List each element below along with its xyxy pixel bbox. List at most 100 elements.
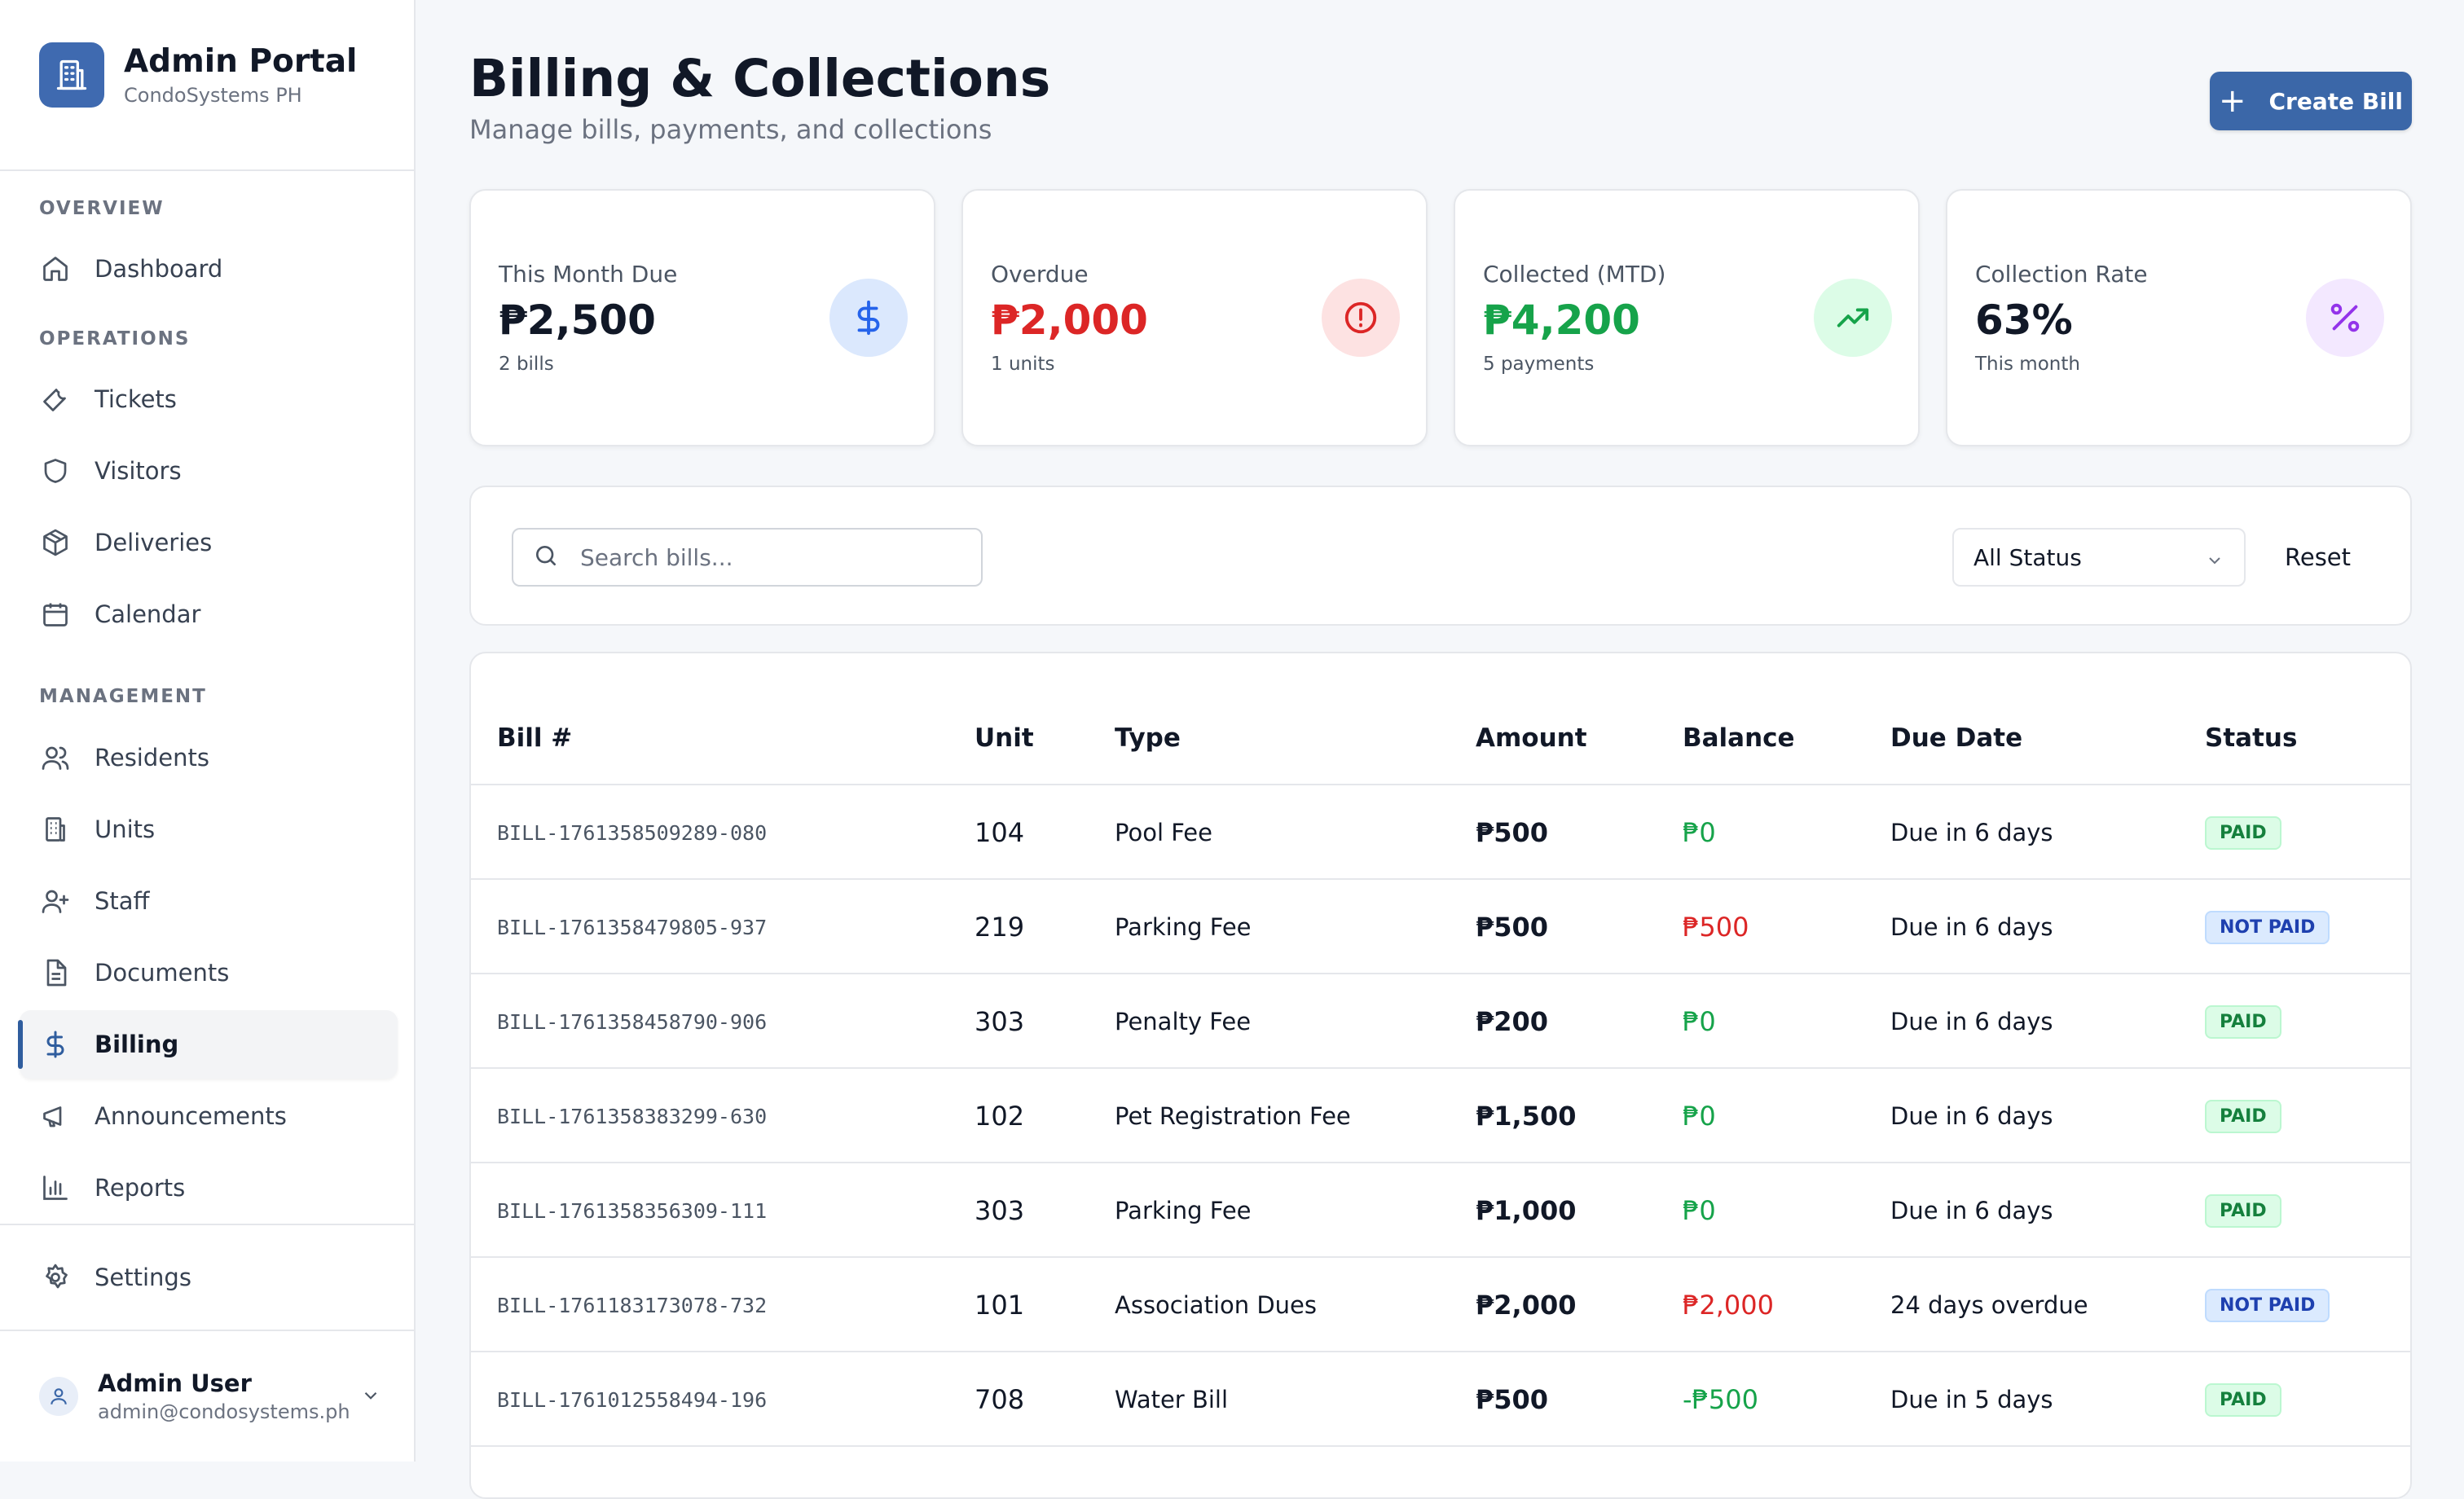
stat-value: ₱2,500 — [499, 297, 656, 344]
sidebar-item-staff[interactable]: Staff — [20, 867, 398, 935]
due-date-cell: Due in 6 days — [1890, 819, 2053, 846]
table-row[interactable]: BILL-1761183173078-732 101 Association Due… — [471, 1258, 2410, 1352]
stat-sub: 2 bills — [499, 354, 554, 375]
sidebar-item-calendar[interactable]: Calendar — [20, 580, 398, 648]
sidebar-item-label: Settings — [95, 1264, 191, 1291]
amount-cell: ₱1,000 — [1476, 1195, 1577, 1226]
section-label-operations: OPERATIONS — [39, 328, 191, 349]
table-row[interactable]: BILL-1761358479805-937 219 Parking Fee ₱500… — [471, 880, 2410, 974]
sidebar-item-label: Documents — [95, 959, 230, 987]
reset-button[interactable]: Reset — [2285, 528, 2351, 587]
stat-value: ₱2,000 — [991, 297, 1148, 344]
sidebar-item-label: Reports — [95, 1174, 186, 1202]
sidebar-item-documents[interactable]: Documents — [20, 939, 398, 1007]
sidebar-item-label: Billing — [95, 1031, 179, 1058]
sidebar-item-deliveries[interactable]: Deliveries — [20, 508, 398, 577]
column-header-type[interactable]: Type — [1115, 723, 1181, 753]
chevron-down-icon — [360, 1385, 381, 1409]
sidebar-item-dashboard[interactable]: Dashboard — [20, 235, 398, 303]
balance-cell: -₱500 — [1683, 1384, 1758, 1415]
search-field[interactable] — [512, 528, 983, 587]
sidebar-item-tickets[interactable]: Tickets — [20, 365, 398, 433]
sidebar-item-label: Tickets — [95, 385, 177, 413]
due-date-cell: Due in 6 days — [1890, 1008, 2053, 1035]
dollar-icon — [829, 279, 908, 357]
section-label-management: MANAGEMENT — [39, 686, 207, 707]
type-cell: Pool Fee — [1115, 819, 1212, 846]
unit-cell: 303 — [975, 1195, 1025, 1226]
amount-cell: ₱2,000 — [1476, 1290, 1577, 1321]
stat-label: Collected (MTD) — [1483, 261, 1666, 288]
table-row[interactable]: BILL-1761012558494-196 708 Water Bill ₱500 -… — [471, 1352, 2410, 1447]
type-cell: Water Bill — [1115, 1386, 1229, 1413]
table-row[interactable]: BILL-1761358458790-906 303 Penalty Fee ₱200… — [471, 974, 2410, 1069]
bill-number: BILL-1761358479805-937 — [497, 915, 768, 939]
sidebar-item-label: Dashboard — [95, 255, 223, 283]
stat-value: 63% — [1975, 297, 2073, 344]
table-row[interactable]: BILL-1761358383299-630 102 Pet Registratio… — [471, 1069, 2410, 1163]
sidebar-item-label: Visitors — [95, 457, 182, 485]
balance-cell: ₱0 — [1683, 1101, 1716, 1132]
stat-card-overdue: Overdue ₱2,000 1 units — [961, 189, 1428, 446]
stat-card-month-due: This Month Due ₱2,500 2 bills — [469, 189, 935, 446]
type-cell: Penalty Fee — [1115, 1008, 1252, 1035]
sidebar-item-label: Announcements — [95, 1102, 287, 1130]
sidebar-item-billing[interactable]: Billing — [18, 1010, 398, 1079]
calendar-icon — [39, 598, 72, 631]
amount-cell: ₱200 — [1476, 1006, 1549, 1037]
bill-number: BILL-1761358509289-080 — [497, 820, 768, 845]
status-filter-select[interactable]: All Status — [1952, 528, 2246, 587]
column-header-bill[interactable]: Bill # — [497, 723, 572, 753]
sidebar-item-label: Residents — [95, 744, 209, 771]
brand[interactable]: Admin Portal CondoSystems PH — [39, 42, 357, 108]
sidebar-item-units[interactable]: Units — [20, 795, 398, 864]
type-cell: Association Dues — [1115, 1291, 1318, 1319]
type-cell: Parking Fee — [1115, 913, 1252, 941]
search-input[interactable] — [579, 543, 970, 572]
table-row[interactable]: BILL-1761358356309-111 303 Parking Fee ₱1,0… — [471, 1163, 2410, 1258]
due-date-cell: Due in 6 days — [1890, 1102, 2053, 1130]
package-icon — [39, 526, 72, 559]
sidebar-item-residents[interactable]: Residents — [20, 723, 398, 792]
bar-chart-icon — [39, 1172, 72, 1204]
chevron-down-icon — [2205, 549, 2224, 576]
unit-cell: 102 — [975, 1101, 1025, 1132]
balance-cell: ₱0 — [1683, 817, 1716, 848]
status-cell: PAID — [2205, 1069, 2281, 1163]
sidebar-item-label: Staff — [95, 887, 150, 915]
sidebar-item-announcements[interactable]: Announcements — [20, 1082, 398, 1150]
user-plus-icon — [39, 885, 72, 917]
stat-sub: This month — [1975, 354, 2080, 375]
status-cell: NOT PAID — [2205, 1258, 2330, 1352]
alert-circle-icon — [1322, 279, 1400, 357]
create-bill-button[interactable]: + Create Bill — [2210, 72, 2412, 130]
column-header-amount[interactable]: Amount — [1476, 723, 1587, 753]
user-menu[interactable]: Admin User admin@condosystems.ph — [39, 1365, 381, 1427]
dollar-icon — [39, 1028, 72, 1061]
filter-bar: All Status Reset — [469, 486, 2412, 626]
stat-label: Collection Rate — [1975, 261, 2148, 288]
column-header-status[interactable]: Status — [2205, 723, 2297, 753]
unit-cell: 303 — [975, 1006, 1025, 1037]
status-cell: PAID — [2205, 1163, 2281, 1258]
column-header-balance[interactable]: Balance — [1683, 723, 1795, 753]
stat-label: This Month Due — [499, 261, 678, 288]
page-title: Billing & Collections — [469, 49, 1051, 108]
amount-cell: ₱500 — [1476, 1384, 1549, 1415]
due-date-cell: Due in 6 days — [1890, 1197, 2053, 1224]
create-bill-label: Create Bill — [2268, 87, 2404, 115]
table-row[interactable]: BILL-1761358509289-080 104 Pool Fee ₱500 ₱0 D… — [471, 785, 2410, 880]
status-cell: PAID — [2205, 785, 2281, 880]
column-header-due-date[interactable]: Due Date — [1890, 723, 2022, 753]
sidebar-item-settings[interactable]: Settings — [20, 1243, 398, 1312]
sidebar-item-label: Units — [95, 815, 156, 843]
balance-cell: ₱500 — [1683, 912, 1749, 943]
amount-cell: ₱1,500 — [1476, 1101, 1577, 1132]
type-cell: Parking Fee — [1115, 1197, 1252, 1224]
balance-cell: ₱0 — [1683, 1195, 1716, 1226]
column-header-unit[interactable]: Unit — [975, 723, 1034, 753]
status-badge: NOT PAID — [2205, 910, 2330, 944]
sidebar-item-reports[interactable]: Reports — [20, 1154, 398, 1222]
sidebar-item-visitors[interactable]: Visitors — [20, 437, 398, 505]
due-date-cell: 24 days overdue — [1890, 1291, 2088, 1319]
